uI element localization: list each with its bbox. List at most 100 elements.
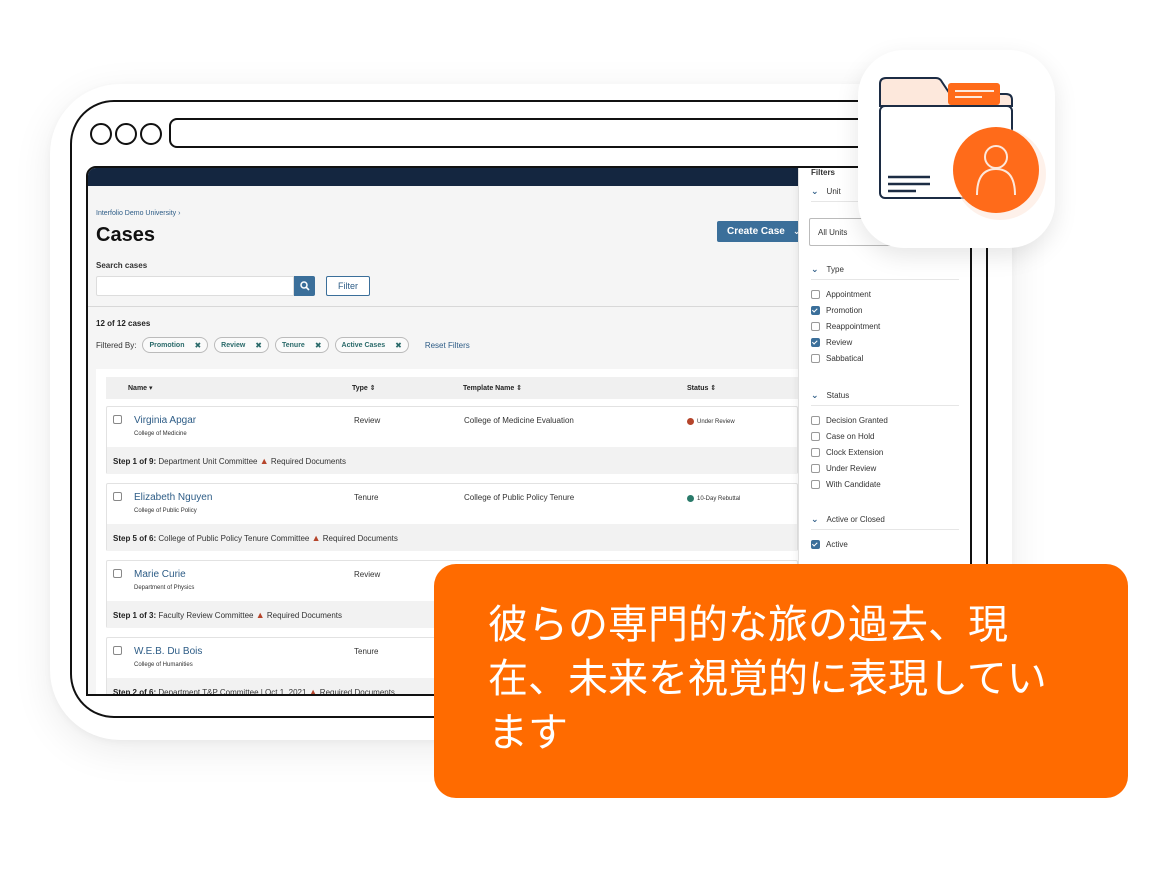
case-name-link[interactable]: Virginia Apgar bbox=[134, 415, 196, 426]
close-icon[interactable]: ✖ bbox=[395, 341, 402, 350]
step-label: Step 1 of 3: bbox=[113, 611, 157, 620]
filter-option[interactable]: Case on Hold bbox=[811, 428, 959, 444]
filter-option[interactable]: Reappointment bbox=[811, 318, 959, 334]
step-label: Step 5 of 6: bbox=[113, 534, 157, 543]
status-dot-icon bbox=[687, 418, 694, 425]
filter-option[interactable]: Review bbox=[811, 334, 959, 350]
case-type: Tenure bbox=[354, 647, 379, 656]
case-template: College of Medicine Evaluation bbox=[464, 416, 574, 425]
checkbox[interactable] bbox=[811, 289, 820, 299]
filter-section-toggle[interactable]: ⌄ Type bbox=[811, 264, 959, 280]
window-dots bbox=[90, 123, 162, 145]
case-name-link[interactable]: Elizabeth Nguyen bbox=[134, 492, 212, 503]
step-label: Step 1 of 9: bbox=[113, 457, 157, 466]
checkbox-checked[interactable] bbox=[811, 305, 820, 315]
column-header-template[interactable]: Template Name ⇕ bbox=[463, 384, 522, 392]
header-label: Status bbox=[687, 385, 709, 392]
case-type: Tenure bbox=[354, 493, 379, 502]
filtered-by-label: Filtered By: bbox=[96, 340, 137, 350]
filter-option[interactable]: Clock Extension bbox=[811, 444, 959, 460]
filter-chip[interactable]: Active Cases ✖ bbox=[334, 337, 409, 353]
warning-icon: ▲ bbox=[259, 456, 269, 466]
filter-option[interactable]: Active bbox=[811, 536, 959, 552]
sort-icon: ⇕ bbox=[710, 385, 717, 392]
divider bbox=[88, 306, 798, 307]
case-name-link[interactable]: W.E.B. Du Bois bbox=[134, 646, 202, 657]
close-icon[interactable]: ✖ bbox=[255, 341, 262, 350]
sort-icon: ⇕ bbox=[369, 385, 376, 392]
filter-option[interactable]: Under Review bbox=[811, 460, 959, 476]
filter-option[interactable]: Appointment bbox=[811, 286, 959, 302]
filtered-by-row: Filtered By: Promotion ✖ Review ✖ Tenure ✖ … bbox=[96, 337, 470, 353]
step-text: Department T&P Committee | Oct 1, 2021 bbox=[156, 688, 309, 696]
chevron-down-icon: ⌄ bbox=[811, 264, 819, 274]
row-checkbox[interactable] bbox=[113, 569, 122, 578]
column-header-type[interactable]: Type ⇕ bbox=[352, 384, 376, 392]
filter-chip[interactable]: Review ✖ bbox=[214, 337, 269, 353]
case-status: 10-Day Rebuttal bbox=[687, 495, 740, 502]
close-icon[interactable]: ✖ bbox=[194, 341, 201, 350]
status-label: 10-Day Rebuttal bbox=[697, 495, 741, 502]
search-icon bbox=[299, 281, 310, 291]
section-label: Unit bbox=[826, 187, 841, 196]
window-dot-icon bbox=[115, 123, 137, 145]
header-label: Name bbox=[128, 385, 148, 392]
checkbox[interactable] bbox=[811, 353, 820, 363]
case-step: Step 1 of 9: Department Unit Committee ▲… bbox=[107, 447, 797, 474]
filter-option[interactable]: With Candidate bbox=[811, 476, 959, 492]
case-name-link[interactable]: Marie Curie bbox=[134, 569, 186, 580]
row-checkbox[interactable] bbox=[113, 415, 122, 424]
create-case-button[interactable]: Create Case ⌄ bbox=[717, 221, 807, 242]
column-header-status[interactable]: Status ⇕ bbox=[687, 384, 716, 392]
required-docs: Required Documents bbox=[320, 534, 398, 543]
search-button[interactable] bbox=[294, 276, 315, 296]
case-template: College of Public Policy Tenure bbox=[464, 493, 575, 502]
checkbox[interactable] bbox=[811, 479, 820, 489]
row-checkbox[interactable] bbox=[113, 492, 122, 501]
filter-option[interactable]: Sabbatical bbox=[811, 350, 959, 366]
breadcrumb[interactable]: Interfolio Demo University › bbox=[96, 210, 180, 217]
option-label: Review bbox=[826, 337, 853, 347]
chip-label: Review bbox=[221, 341, 246, 349]
warning-icon: ▲ bbox=[308, 687, 318, 696]
checkbox-checked[interactable] bbox=[811, 337, 820, 347]
sort-icon: ⇕ bbox=[516, 385, 523, 392]
option-label: Appointment bbox=[826, 289, 871, 299]
option-label: Promotion bbox=[826, 305, 863, 315]
warning-icon: ▲ bbox=[311, 533, 321, 543]
step-text: Faculty Review Committee bbox=[156, 611, 256, 620]
filter-section-active-closed: ⌄ Active or Closed Active bbox=[811, 514, 959, 552]
column-header-name[interactable]: Name ▾ bbox=[128, 384, 153, 392]
case-row: Virginia Apgar College of Medicine Revie… bbox=[106, 406, 798, 474]
checkbox[interactable] bbox=[811, 463, 820, 473]
checkbox[interactable] bbox=[811, 321, 820, 331]
search-label: Search cases bbox=[96, 261, 148, 270]
close-icon[interactable]: ✖ bbox=[315, 341, 322, 350]
filter-chip[interactable]: Promotion ✖ bbox=[142, 337, 209, 353]
section-label: Type bbox=[826, 265, 844, 274]
case-unit: College of Humanities bbox=[134, 662, 193, 668]
filter-option[interactable]: Promotion bbox=[811, 302, 959, 318]
case-count: 12 of 12 cases bbox=[96, 319, 151, 328]
filter-button[interactable]: Filter bbox=[326, 276, 370, 296]
filter-option[interactable]: Decision Granted bbox=[811, 412, 959, 428]
filter-section-toggle[interactable]: ⌄ Active or Closed bbox=[811, 514, 959, 530]
callout-banner: 彼らの専門的な旅の過去、現在、未来を視覚的に表現しています bbox=[434, 564, 1128, 798]
search-input[interactable] bbox=[96, 276, 294, 296]
checkbox[interactable] bbox=[811, 415, 820, 425]
case-unit: Department of Physics bbox=[134, 585, 195, 591]
reset-filters-link[interactable]: Reset Filters bbox=[425, 341, 470, 350]
header-label: Template Name bbox=[463, 385, 515, 392]
checkbox-checked[interactable] bbox=[811, 539, 820, 549]
checkbox[interactable] bbox=[811, 431, 820, 441]
required-docs: Required Documents bbox=[264, 611, 343, 620]
step-text: Department Unit Committee bbox=[156, 457, 260, 466]
section-label: Status bbox=[826, 391, 850, 400]
option-label: With Candidate bbox=[826, 479, 881, 489]
row-checkbox[interactable] bbox=[113, 646, 122, 655]
option-label: Reappointment bbox=[826, 321, 881, 331]
filter-section-toggle[interactable]: ⌄ Status bbox=[811, 390, 959, 406]
app-icon-card bbox=[858, 50, 1055, 248]
filter-chip[interactable]: Tenure ✖ bbox=[275, 337, 329, 353]
checkbox[interactable] bbox=[811, 447, 820, 457]
